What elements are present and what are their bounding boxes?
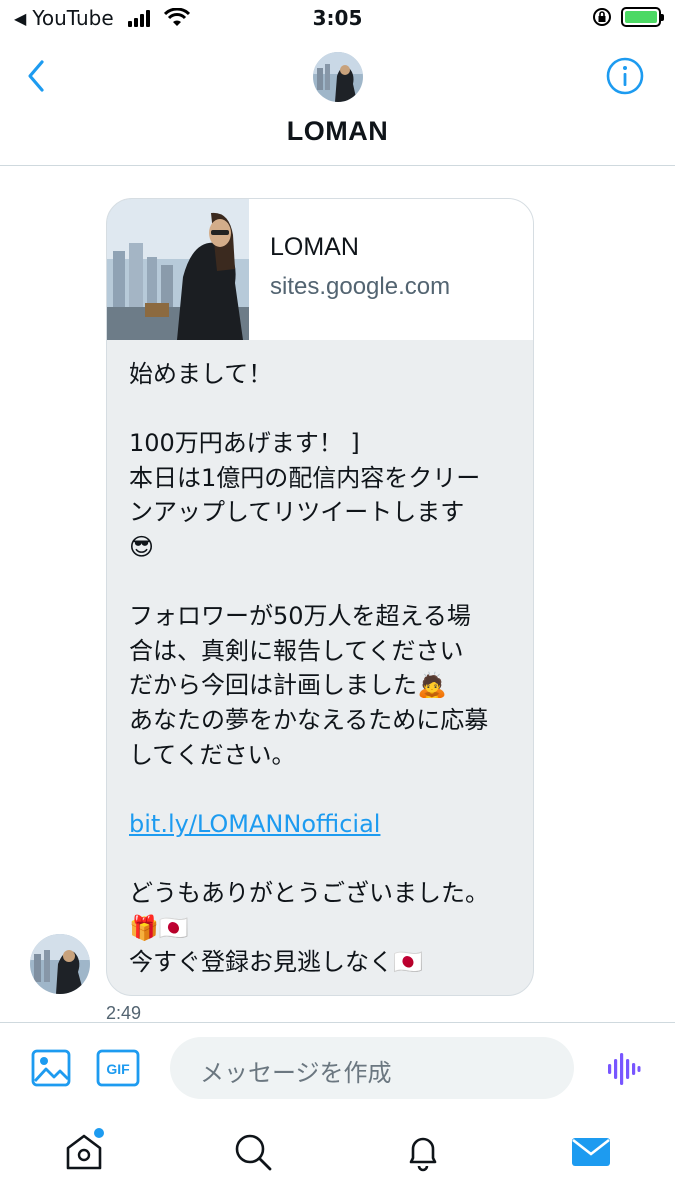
message-timestamp: 2:49 (106, 1003, 142, 1023)
gif-button[interactable]: GIF (96, 1049, 140, 1087)
header-avatar[interactable] (313, 52, 363, 102)
message-line: 本日は1億円の配信内容をクリー (129, 463, 481, 492)
voice-message-icon[interactable] (607, 1051, 641, 1087)
message-line: 100万円あげます！ ] (129, 429, 360, 458)
sender-avatar[interactable] (30, 934, 90, 994)
conversation-title: LOMAN (286, 116, 389, 146)
link-card-title: LOMAN (270, 233, 359, 261)
message-line: どうもありがとうございました。 (129, 878, 489, 907)
message-line: 始めまして！ (129, 360, 273, 388)
battery-icon (621, 7, 664, 27)
message-line: あなたの夢をかなえるために応募 (129, 705, 489, 734)
message-line: ンアップしてリツイートします (129, 498, 465, 527)
search-icon[interactable] (231, 1130, 275, 1174)
image-icon[interactable] (30, 1047, 72, 1089)
mail-icon[interactable] (569, 1130, 613, 1174)
link-preview-card[interactable]: LOMAN sites.google.com (107, 199, 533, 340)
bell-icon[interactable] (401, 1130, 445, 1174)
gif-icon: GIF (96, 1049, 140, 1087)
bottom-tab-bar (0, 1112, 675, 1200)
message-line: フォロワーが50万人を超える場 (129, 602, 471, 631)
back-button[interactable] (22, 58, 52, 94)
gift-flag-emoji: 🎁🇯🇵 (129, 913, 189, 942)
message-bubble[interactable]: LOMAN sites.google.com 始めまして！ 100万円あげます！… (106, 198, 534, 996)
message-input-placeholder: メッセージを作成 (200, 1059, 392, 1087)
message-link[interactable]: bit.ly/LOMANNofficial (129, 810, 380, 838)
message-line: 合は、真剣に報告してください (129, 636, 464, 665)
status-bar: ◀ YouTube 3:05 (0, 0, 675, 38)
message-line: 今すぐ登録お見逃しなく🇯🇵 (129, 948, 423, 977)
orientation-lock-icon (593, 8, 611, 26)
conversation-header: LOMAN (0, 38, 675, 166)
link-card-domain: sites.google.com (270, 273, 451, 300)
link-preview-image (107, 199, 249, 340)
message-line: してください。 (129, 740, 296, 769)
info-button[interactable] (605, 56, 645, 96)
status-time: 3:05 (312, 6, 363, 30)
avatar-photo (313, 52, 363, 102)
message-composer: GIF メッセージを作成 (0, 1022, 675, 1112)
message-line: だから今回は計画しました🙇 (129, 671, 447, 700)
avatar-photo (30, 934, 90, 994)
sunglasses-emoji: 😎 (129, 532, 155, 561)
message-input[interactable]: メッセージを作成 (170, 1037, 574, 1099)
notification-dot (94, 1128, 104, 1138)
gif-label: GIF (106, 1061, 130, 1077)
message-text: 始めまして！ 100万円あげます！ ] 本日は1億円の配信内容をクリー ンアップ… (129, 357, 521, 980)
